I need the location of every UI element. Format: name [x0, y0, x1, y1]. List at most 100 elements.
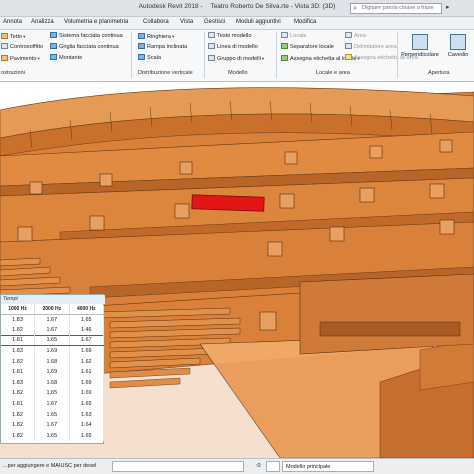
table-cell: 1.68: [34, 356, 70, 367]
testo-modello-button[interactable]: Testo modello: [208, 32, 252, 41]
tab-volumetria[interactable]: Volumetria e planimetria: [64, 19, 128, 25]
table-cell: 1.65: [34, 334, 70, 347]
table-cell: 1.65: [69, 398, 105, 410]
chevron-down-icon: ▾: [171, 34, 175, 39]
design-option-dropdown[interactable]: Modello principale: [282, 461, 374, 472]
ringhiera-button[interactable]: Ringhiera▾: [138, 32, 174, 41]
tag-room-icon: [281, 55, 288, 61]
status-field[interactable]: [112, 461, 244, 472]
tetto-button[interactable]: Tetto▾: [1, 32, 25, 41]
chevron-down-icon: ▾: [37, 56, 40, 61]
tab-modifica[interactable]: Modifica: [294, 19, 316, 25]
rampa-button[interactable]: Rampa inclinata: [138, 43, 187, 52]
table-cell: 1.69: [69, 345, 105, 357]
table-cell: 1.69: [69, 388, 105, 399]
model-group-icon: [208, 55, 215, 61]
tab-moduli-aggiuntivi[interactable]: Moduli aggiuntivi: [236, 19, 281, 25]
tab-collabora[interactable]: Collabora: [143, 19, 169, 25]
table-cell: 1.82: [1, 324, 36, 336]
table-cell: 1.65: [34, 409, 70, 420]
area-boundary-icon: [345, 43, 352, 49]
table-cell: 1.65: [69, 314, 105, 325]
perpendicolare-button[interactable]: Perpendicolare: [400, 32, 440, 66]
table-cell: 1.69: [69, 377, 105, 389]
shaft-icon: [450, 34, 466, 50]
delimitatore-area-button[interactable]: Delimitatore area: [345, 43, 397, 52]
table-cell: 1.81: [1, 366, 36, 378]
table-cell: 1.65: [34, 430, 70, 442]
controsoffitto-label: Controsoffitto: [10, 44, 44, 50]
table-cell: 1.82: [1, 419, 36, 431]
tab-analizza[interactable]: Analizza: [31, 19, 54, 25]
tab-annota[interactable]: Annota: [3, 19, 22, 25]
question-icon[interactable]: ▸: [446, 3, 450, 11]
binoculars-icon[interactable]: [344, 3, 349, 14]
table-cell: 1.69: [34, 345, 70, 357]
model-dropdown-value: Modello principale: [286, 464, 331, 470]
griglia-facciata-button[interactable]: Griglia facciata continua: [50, 43, 119, 52]
worksets-icon[interactable]: [266, 461, 280, 472]
table-cell: 1.82: [1, 409, 36, 420]
ringhiera-label: Ringhiera: [147, 34, 171, 40]
pavimento-label: Pavimento: [10, 56, 37, 62]
table-cell: 1.83: [1, 377, 36, 389]
controsoffitto-button[interactable]: Controsoffitto: [1, 43, 43, 52]
title-bar: Autodesk Revit 2018 - Teatro Roberto De …: [0, 0, 474, 17]
griglia-facciata-label: Griglia facciata continua: [59, 44, 119, 50]
linea-modello-label: Linea di modello: [217, 44, 258, 50]
locale-button[interactable]: Locale: [281, 32, 306, 41]
column-header: 2000 Hz: [34, 305, 70, 315]
table-cell: 1.62: [69, 356, 105, 367]
linea-modello-button[interactable]: Linea di modello: [208, 43, 258, 52]
table-cell: 1.83: [1, 314, 36, 325]
scala-button[interactable]: Scala: [138, 54, 161, 63]
tag-area-icon: [345, 54, 352, 60]
table-cell: 1.63: [69, 409, 105, 420]
column-header: 4000 Hz: [69, 305, 105, 315]
model-line-icon: [208, 43, 215, 49]
search-input[interactable]: ⌕ Digitare parola chiave o frase: [350, 3, 442, 14]
separatore-locale-button[interactable]: Separatore locale: [281, 43, 334, 52]
table-cell: 1.65: [69, 430, 105, 442]
opening-face-icon: [412, 34, 428, 50]
ribbon-separator: [276, 32, 277, 78]
table-cell: 1.81: [1, 334, 36, 347]
perpendicolare-label: Perpendicolare: [401, 52, 439, 58]
table-row: 1.82 1.67 1.64: [1, 419, 105, 431]
area-button[interactable]: Area: [345, 32, 366, 41]
table-cell: 1.68: [34, 377, 70, 389]
tab-gestisci[interactable]: Gestisci: [204, 19, 225, 25]
montante-button[interactable]: Montante: [50, 54, 82, 63]
cavedio-button[interactable]: Cavedio: [442, 32, 474, 66]
table-cell: 1.67: [34, 419, 70, 431]
table-cell: 1.67: [34, 314, 70, 325]
ribbon-panel: Tetto▾ Controsoffitto Pavimento▾ Sistema…: [0, 30, 474, 82]
panel-label-modello: Modello: [228, 70, 248, 76]
table-body: 1.83 1.67 1.65 1.82 1.67 1.46 1.81 1.65 1.67 1.83…: [1, 314, 105, 442]
table-row: 1.83 1.67 1.65: [1, 314, 105, 325]
railing-icon: [138, 33, 145, 39]
gruppo-modelli-label: Gruppo di modelli: [217, 56, 261, 62]
table-cell: 1.67: [34, 324, 70, 336]
table-cell: 1.61: [69, 366, 105, 378]
selected-element-highlight[interactable]: [191, 194, 265, 212]
table-cell: 1.82: [1, 388, 36, 399]
pavimento-button[interactable]: Pavimento▾: [1, 54, 40, 63]
table-cell: 1.81: [1, 398, 36, 410]
gruppo-modelli-button[interactable]: Gruppo di modelli▾: [208, 54, 264, 63]
panel-label-apertura: Apertura: [428, 70, 450, 76]
tab-vista[interactable]: Vista: [180, 19, 193, 25]
stage-opening: [319, 321, 461, 337]
sistema-facciata-label: Sistema facciata continua: [59, 33, 123, 39]
table-cell: 1.82: [1, 356, 36, 367]
ribbon-separator: [131, 32, 132, 78]
3d-viewport[interactable]: Tempi 1000 Hz 2000 Hz 4000 Hz 1.83 1.67 1.…: [0, 82, 474, 458]
ribbon-tabs: Annota Analizza Volumetria e planimetria…: [0, 17, 474, 30]
delimitatore-area-label: Delimitatore area: [354, 44, 397, 50]
sistema-facciata-button[interactable]: Sistema facciata continua: [50, 32, 123, 41]
mullion-icon: [50, 54, 57, 60]
separatore-locale-label: Separatore locale: [290, 44, 334, 50]
curtain-system-icon: [50, 32, 57, 38]
area-icon: [345, 32, 352, 38]
status-bar: ...per aggiungere e MAIUSC per desel :0 …: [0, 458, 474, 474]
